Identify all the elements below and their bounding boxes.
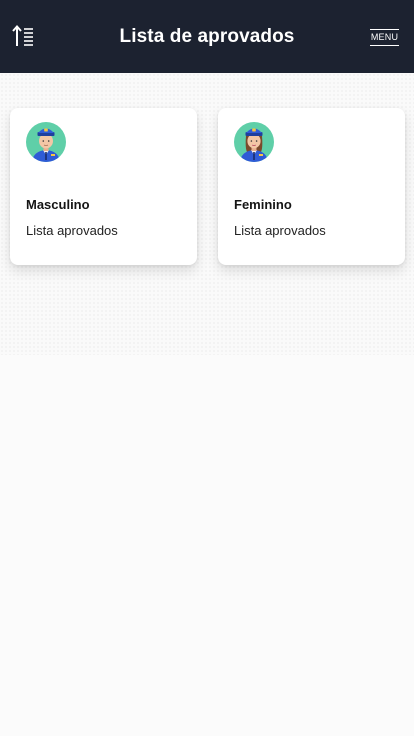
male-police-officer-avatar-icon <box>26 122 66 162</box>
card-masculino[interactable]: Masculino Lista aprovados <box>10 108 197 265</box>
category-cards: Masculino Lista aprovados Feminino Lista… <box>10 108 405 268</box>
menu-button[interactable]: MENU <box>370 29 399 47</box>
card-subtitle: Lista aprovados <box>26 223 118 238</box>
card-title: Feminino <box>234 197 292 212</box>
card-feminino[interactable]: Feminino Lista aprovados <box>218 108 405 265</box>
card-title: Masculino <box>26 197 90 212</box>
sort-button[interactable] <box>12 24 36 50</box>
menu-label: MENU <box>370 29 399 46</box>
page-title: Lista de aprovados <box>119 25 295 47</box>
top-app-bar: Lista de aprovados MENU <box>0 0 414 73</box>
card-subtitle: Lista aprovados <box>234 223 326 238</box>
sort-ascending-icon <box>12 24 33 46</box>
app-screen: Lista de aprovados MENU Masculino Lista … <box>0 0 414 736</box>
female-police-officer-avatar-icon <box>234 122 274 162</box>
